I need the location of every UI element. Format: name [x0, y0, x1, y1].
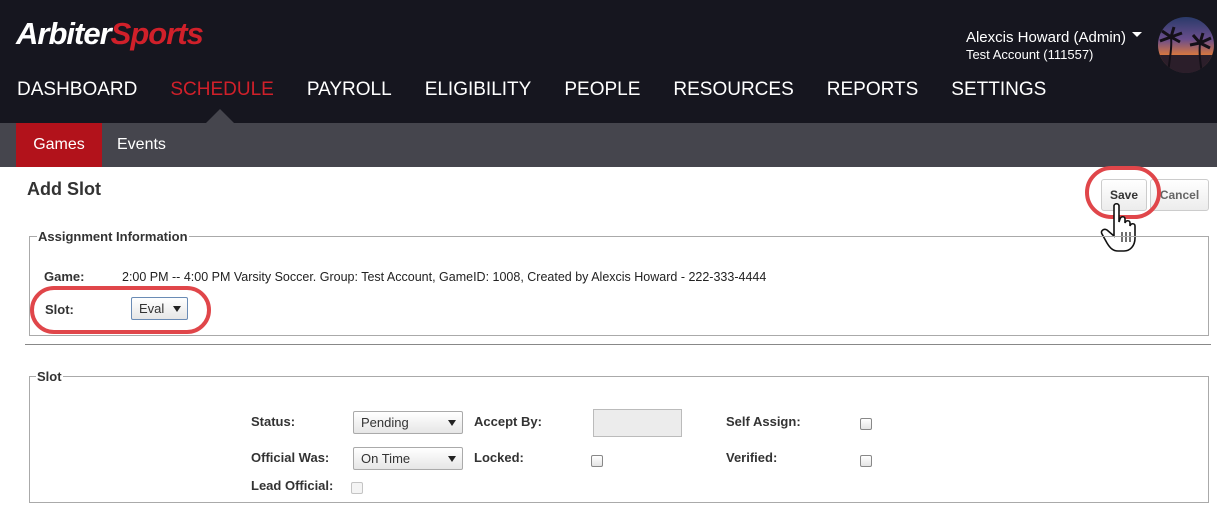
page-title: Add Slot: [27, 179, 101, 199]
nav-eligibility[interactable]: ELIGIBILITY: [425, 76, 532, 104]
verified-label: Verified:: [726, 450, 778, 465]
logo-text-sports: Sports: [110, 16, 204, 51]
accept-by-label: Accept By:: [474, 414, 542, 429]
user-account: Test Account (111557): [965, 47, 1094, 62]
nav-resources[interactable]: RESOURCES: [673, 76, 793, 104]
nav-dashboard[interactable]: DASHBOARD: [17, 76, 137, 104]
user-menu[interactable]: Alexcis Howard (Admin) Test Account (111…: [966, 29, 1142, 62]
slot-highlight-circle: [30, 286, 211, 334]
user-name: Alexcis Howard (Admin): [965, 29, 1126, 46]
arbitersports-logo[interactable]: ArbiterSports: [16, 16, 204, 52]
slot-legend: Slot: [37, 369, 62, 384]
nav-reports[interactable]: REPORTS: [827, 76, 919, 104]
sub-nav: Games Events: [0, 123, 1217, 167]
official-was-label: Official Was:: [251, 450, 330, 465]
self-assign-checkbox[interactable]: [860, 418, 872, 430]
lead-official-label: Lead Official:: [251, 478, 334, 493]
status-select-value: Pending: [361, 415, 409, 430]
locked-checkbox[interactable]: [591, 455, 603, 467]
logo-text-arbiter: Arbiter: [16, 16, 112, 51]
game-value: 2:00 PM -- 4:00 PM Varsity Soccer. Group…: [122, 270, 767, 284]
lead-official-checkbox[interactable]: [351, 482, 363, 494]
active-nav-pointer: [206, 109, 234, 123]
tab-events[interactable]: Events: [117, 123, 166, 167]
main-nav: DASHBOARD SCHEDULE PAYROLL ELIGIBILITY P…: [0, 76, 1062, 104]
dropdown-arrow-icon: [448, 420, 456, 426]
dropdown-arrow-icon: [448, 456, 456, 462]
accept-by-input[interactable]: [593, 409, 682, 437]
nav-payroll[interactable]: PAYROLL: [307, 76, 392, 104]
status-select[interactable]: Pending: [353, 411, 463, 434]
nav-settings[interactable]: SETTINGS: [951, 76, 1046, 104]
self-assign-label: Self Assign:: [726, 414, 801, 429]
avatar[interactable]: [1158, 17, 1214, 73]
nav-people[interactable]: PEOPLE: [564, 76, 640, 104]
official-was-select-value: On Time: [361, 451, 411, 466]
nav-schedule[interactable]: SCHEDULE: [170, 76, 273, 104]
tab-games[interactable]: Games: [16, 123, 102, 167]
status-label: Status:: [251, 414, 296, 429]
top-header: ArbiterSports Alexcis Howard (Admin) Tes…: [0, 0, 1217, 123]
verified-checkbox[interactable]: [860, 455, 872, 467]
assignment-information-legend: Assignment Information: [38, 229, 188, 244]
game-label: Game:: [44, 269, 85, 284]
locked-label: Locked:: [474, 450, 524, 465]
palm-sunset-image: [1158, 26, 1214, 73]
official-was-select[interactable]: On Time: [353, 447, 463, 470]
caret-down-icon: [1132, 31, 1142, 37]
section-divider: [25, 344, 1211, 345]
